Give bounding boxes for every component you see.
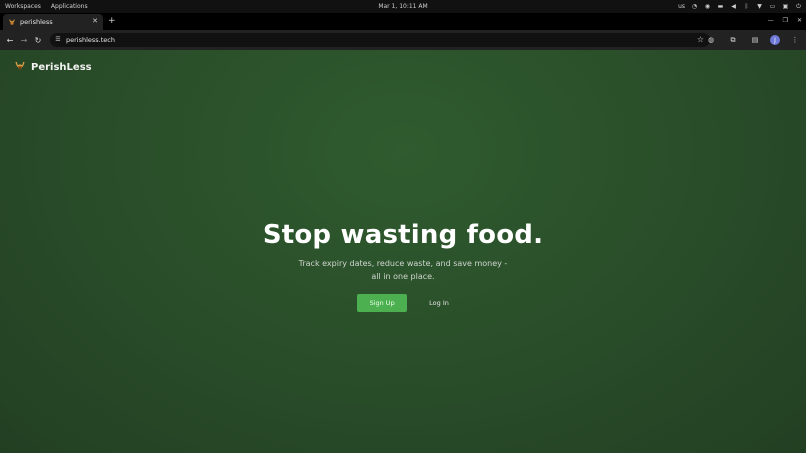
sync-icon[interactable]: ◔ [691,3,698,10]
wifi-icon[interactable]: ▼ [756,3,763,10]
kebab-menu-icon[interactable]: ⋮ [788,33,802,47]
tab-title: perishless [20,18,53,26]
sign-up-button[interactable]: Sign Up [357,294,408,312]
landing-page: PerishLess Stop wasting food. Track expi… [0,50,806,453]
address-url: perishless.tech [66,36,115,44]
brand-name: PerishLess [31,61,92,73]
puzzle-extensions-icon[interactable]: ⧉ [726,33,740,47]
bookmark-star-icon[interactable]: ☆ [697,35,704,44]
browser-tab-active[interactable]: perishless ✕ [3,14,103,30]
close-window-icon[interactable]: ✕ [797,17,802,24]
hero-subtitle: Track expiry dates, reduce waste, and sa… [298,259,508,281]
notifications-icon[interactable]: ▣ [782,3,789,10]
keyboard-layout-indicator[interactable]: us [678,3,685,10]
address-bar[interactable]: ☰ perishless.tech ☆ [50,33,710,47]
back-arrow-icon[interactable]: ← [3,33,17,47]
brand-header[interactable]: PerishLess [14,61,92,73]
log-in-link[interactable]: Log In [429,299,449,307]
volume-icon[interactable]: ◀ [730,3,737,10]
reading-mode-icon[interactable]: ▤ [748,33,762,47]
applications-menu[interactable]: Applications [51,3,88,10]
workspaces-menu[interactable]: Workspaces [5,3,41,10]
site-info-icon[interactable]: ☰ [54,36,62,44]
system-clock[interactable]: Mar 1, 10:11 AM [378,3,427,10]
accessibility-icon[interactable]: ◉ [704,3,711,10]
battery-icon[interactable]: ▭ [769,3,776,10]
tab-close-icon[interactable]: ✕ [92,17,98,25]
reload-icon[interactable]: ↻ [31,33,45,47]
hero-section: Stop wasting food. Track expiry dates, r… [0,220,806,312]
window-controls: — ❐ ✕ [768,17,802,24]
extension-icon[interactable]: ◍ [704,33,718,47]
power-icon[interactable]: ⏻ [795,3,802,10]
browser-toolbar: ← → ↻ ☰ perishless.tech ☆ ◍ ⧉ ▤ J ⋮ [0,30,806,50]
hero-title: Stop wasting food. [262,220,544,250]
window-icon[interactable]: ▬ [717,3,724,10]
restore-icon[interactable]: ❐ [783,17,788,24]
browser-tab-strip: perishless ✕ + — ❐ ✕ [0,13,806,30]
profile-avatar[interactable]: J [770,35,780,45]
os-top-bar: Workspaces Applications Mar 1, 10:11 AM … [0,0,806,13]
forward-arrow-icon[interactable]: → [17,33,31,47]
cta-group: Sign Up Log In [0,294,806,312]
perishless-favicon-icon [9,19,15,25]
minimize-icon[interactable]: — [768,17,774,24]
perishless-logo-icon [15,61,25,70]
bluetooth-icon[interactable]: ᛒ [743,3,750,10]
new-tab-icon[interactable]: + [108,16,116,26]
